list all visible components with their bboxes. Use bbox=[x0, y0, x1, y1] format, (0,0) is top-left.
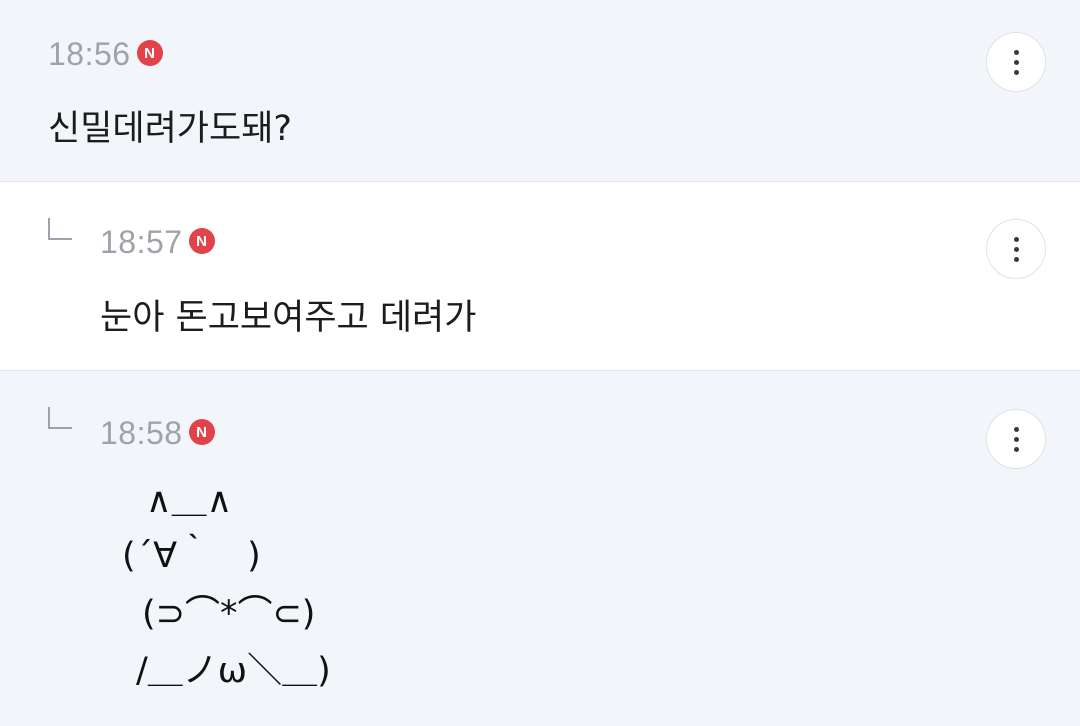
comment-meta: 18:57 N bbox=[100, 222, 215, 262]
ascii-art-line: (⊃⌒*⌒⊂) bbox=[142, 594, 316, 634]
comment-meta: 18:56 N bbox=[48, 34, 163, 74]
comment-text: 신밀데려가도돼? bbox=[48, 109, 292, 149]
reply-corner-icon bbox=[48, 218, 72, 240]
comment-item: 18:56 N 신밀데려가도돼? bbox=[0, 0, 1080, 182]
comment-time: 18:57 bbox=[100, 223, 183, 260]
reply-item: 18:57 N 눈아 돈고보여주고 데려가 bbox=[0, 182, 1080, 371]
more-options-button[interactable] bbox=[986, 409, 1046, 469]
more-options-button[interactable] bbox=[986, 219, 1046, 279]
vertical-ellipsis-icon bbox=[1013, 426, 1019, 432]
vertical-ellipsis-icon bbox=[1013, 49, 1019, 55]
new-badge-icon: N bbox=[188, 228, 215, 254]
comment-text: 눈아 돈고보여주고 데려가 bbox=[100, 298, 477, 338]
ascii-art: ∧＿∧ (´∀｀ ) (⊃⌒*⌒⊂) /＿ノω＼＿) bbox=[0, 371, 1080, 726]
comment-time: 18:56 bbox=[48, 35, 131, 72]
new-badge-icon: N bbox=[136, 40, 163, 66]
ascii-art-line: (´∀｀ ) bbox=[122, 536, 261, 576]
ascii-art-line: /＿ノω＼＿) bbox=[136, 651, 331, 691]
more-options-button[interactable] bbox=[986, 32, 1046, 92]
ascii-art-line: ∧＿∧ bbox=[146, 481, 233, 521]
reply-item: 18:58 N ∧＿∧ (´∀｀ ) (⊃⌒*⌒⊂) /＿ノω＼＿) bbox=[0, 371, 1080, 726]
vertical-ellipsis-icon bbox=[1013, 236, 1019, 242]
